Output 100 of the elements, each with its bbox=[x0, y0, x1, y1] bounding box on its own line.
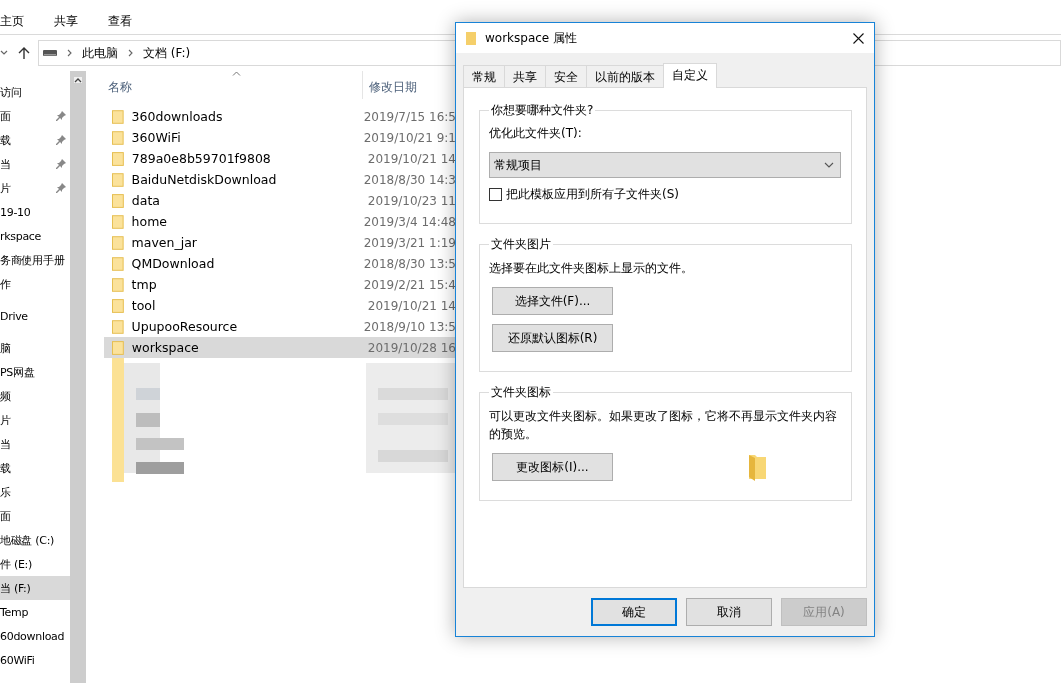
nav-item[interactable]: 件 (E:) bbox=[0, 552, 70, 576]
button[interactable]: 还原默认图标(R) bbox=[492, 324, 613, 352]
button[interactable]: 更改图标(I)... bbox=[492, 453, 613, 481]
file-name: maven_jar bbox=[131, 235, 198, 250]
scrollbar[interactable] bbox=[70, 71, 86, 683]
column-header[interactable]: 修改日期 bbox=[369, 78, 417, 96]
field-label: 优化此文件夹(T): bbox=[489, 125, 583, 142]
nav-item[interactable]: 地磁盘 (C:) bbox=[0, 528, 70, 552]
dialog-button[interactable]: 取消 bbox=[686, 598, 772, 626]
nav-item[interactable]: Temp bbox=[0, 600, 70, 624]
file-row[interactable]: maven_jar 2019/3/21 1:19 bbox=[104, 232, 456, 253]
nav-item[interactable]: Drive bbox=[0, 304, 70, 328]
close-icon[interactable] bbox=[853, 32, 864, 44]
folder-icon bbox=[112, 130, 124, 145]
file-row[interactable]: 360WiFi 2019/10/21 9:1 bbox=[104, 127, 456, 148]
file-name: workspace bbox=[131, 340, 200, 355]
file-date: 2019/10/23 11 bbox=[367, 193, 456, 208]
file-name: UpupooResource bbox=[131, 319, 239, 334]
file-row[interactable]: workspace 2019/10/28 16 bbox=[104, 337, 456, 358]
nav-item[interactable]: rkspace bbox=[0, 224, 70, 248]
file-name: 360WiFi bbox=[131, 130, 182, 145]
file-row[interactable]: 360downloads 2019/7/15 16:5 bbox=[104, 106, 456, 127]
file-date: 2019/10/21 14 bbox=[367, 151, 456, 166]
nav-item[interactable]: 19-10 bbox=[0, 200, 70, 224]
folder-icon bbox=[112, 172, 124, 187]
file-name: tmp bbox=[131, 277, 158, 292]
folder-icon bbox=[112, 298, 124, 313]
file-name: 360downloads bbox=[131, 109, 224, 124]
button[interactable]: 选择文件(F)... bbox=[492, 287, 613, 315]
ribbon-tab[interactable]: 主页 bbox=[0, 12, 24, 30]
dialog-button[interactable]: 确定 bbox=[591, 598, 677, 626]
file-date: 2019/10/28 16 bbox=[367, 340, 456, 355]
nav-item[interactable]: 乐 bbox=[0, 480, 70, 504]
folder-icon bbox=[112, 340, 124, 355]
chevron-down-icon[interactable] bbox=[0, 50, 8, 56]
checkbox[interactable]: 把此模板应用到所有子文件夹(S) bbox=[489, 186, 841, 203]
folder-icon bbox=[112, 235, 124, 250]
breadcrumb-chevron-icon bbox=[128, 49, 133, 57]
scroll-up-icon[interactable] bbox=[74, 77, 82, 83]
nav-item[interactable]: 载 bbox=[0, 456, 70, 480]
up-arrow-icon[interactable] bbox=[18, 46, 30, 60]
nav-item[interactable]: 60download bbox=[0, 624, 70, 648]
sort-caret-icon bbox=[232, 71, 241, 76]
nav-item[interactable]: 片 bbox=[0, 408, 70, 432]
nav-item[interactable]: 务商使用手册 bbox=[0, 248, 70, 272]
nav-item[interactable]: 作 bbox=[0, 272, 70, 296]
file-row[interactable]: tool 2019/10/21 14 bbox=[104, 295, 456, 316]
tab[interactable]: 自定义 bbox=[663, 63, 717, 88]
nav-item[interactable]: 60WiFi bbox=[0, 648, 70, 672]
nav-item[interactable]: 访问 bbox=[0, 80, 70, 104]
file-name: BaiduNetdiskDownload bbox=[131, 172, 278, 187]
folder-icon bbox=[112, 319, 124, 334]
file-date: 2019/2/21 15:4 bbox=[363, 277, 456, 292]
file-name: 789a0e8b59701f9808 bbox=[131, 151, 272, 166]
folder-icon bbox=[466, 31, 476, 45]
breadcrumb[interactable]: 文档 (F:) bbox=[143, 44, 191, 62]
file-row[interactable]: data 2019/10/23 11 bbox=[104, 190, 456, 211]
folder-icon bbox=[112, 151, 124, 166]
drive-icon bbox=[43, 49, 57, 57]
nav-item[interactable]: 面 bbox=[0, 104, 70, 128]
file-date: 2019/3/4 14:48 bbox=[363, 214, 456, 229]
folder-icon bbox=[748, 454, 767, 481]
nav-item[interactable]: 当 bbox=[0, 152, 70, 176]
folder-icon bbox=[112, 193, 124, 208]
file-row[interactable]: QMDownload 2018/8/30 13:5 bbox=[104, 253, 456, 274]
ribbon-tab[interactable]: 共享 bbox=[54, 12, 78, 30]
folder-icon bbox=[112, 256, 124, 271]
dropdown[interactable]: 常规项目 bbox=[489, 152, 841, 178]
nav-item[interactable]: 片 bbox=[0, 176, 70, 200]
checkbox-box[interactable] bbox=[489, 188, 502, 201]
nav-item[interactable]: 面 bbox=[0, 504, 70, 528]
nav-item[interactable]: 载 bbox=[0, 128, 70, 152]
nav-item[interactable]: 脑 bbox=[0, 336, 70, 360]
group-title: 文件夹图片 bbox=[490, 236, 552, 253]
file-date: 2018/9/10 13:5 bbox=[363, 319, 456, 334]
file-date: 2019/7/15 16:5 bbox=[363, 109, 456, 124]
file-name: home bbox=[131, 214, 169, 229]
file-row[interactable]: UpupooResource 2018/9/10 13:5 bbox=[104, 316, 456, 337]
description-text: 可以更改文件夹图标。如果更改了图标，它将不再显示文件夹内容的预览。 bbox=[489, 408, 838, 443]
nav-item[interactable]: 当 bbox=[0, 432, 70, 456]
nav-item[interactable]: PS网盘 bbox=[0, 360, 70, 384]
file-name: tool bbox=[131, 298, 157, 313]
group-title: 你想要哪种文件夹? bbox=[490, 102, 595, 119]
file-row[interactable]: tmp 2019/2/21 15:4 bbox=[104, 274, 456, 295]
description-text: 选择要在此文件夹图标上显示的文件。 bbox=[489, 260, 694, 277]
folder-icon bbox=[112, 109, 124, 124]
chevron-down-icon bbox=[824, 162, 834, 168]
ribbon-tab[interactable]: 查看 bbox=[108, 12, 132, 30]
file-date: 2018/8/30 13:5 bbox=[363, 256, 456, 271]
file-date: 2018/8/30 14:3 bbox=[363, 172, 456, 187]
file-date: 2019/10/21 9:1 bbox=[363, 130, 456, 145]
tab[interactable]: 常规 bbox=[463, 65, 505, 87]
column-header[interactable]: 名称 bbox=[108, 78, 132, 96]
nav-item[interactable]: 频 bbox=[0, 384, 70, 408]
nav-item[interactable]: 当 (F:) bbox=[0, 576, 70, 600]
file-row[interactable]: home 2019/3/4 14:48 bbox=[104, 211, 456, 232]
file-row[interactable]: BaiduNetdiskDownload 2018/8/30 14:3 bbox=[104, 169, 456, 190]
group-title: 文件夹图标 bbox=[490, 384, 552, 401]
breadcrumb[interactable]: 此电脑 bbox=[82, 44, 118, 62]
file-row[interactable]: 789a0e8b59701f9808 2019/10/21 14 bbox=[104, 148, 456, 169]
